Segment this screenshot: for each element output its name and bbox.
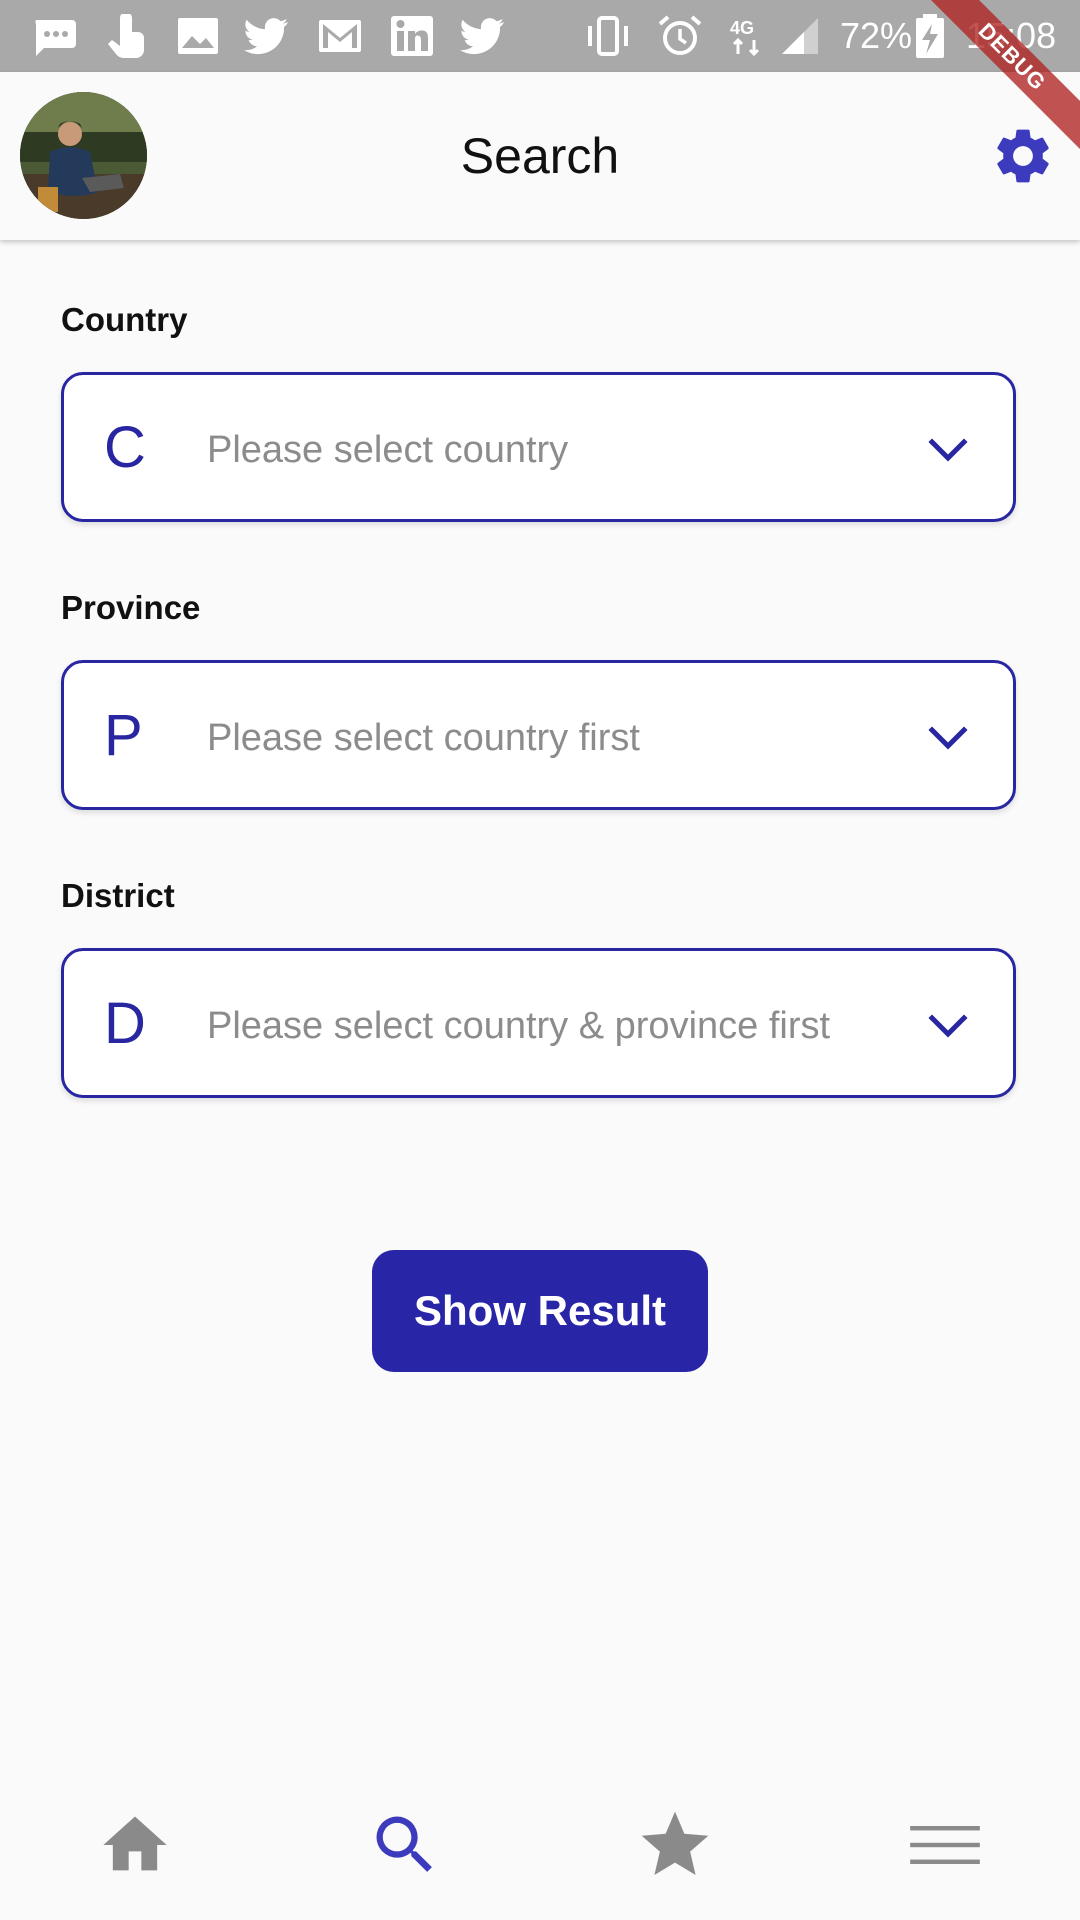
nav-search[interactable] xyxy=(350,1790,460,1900)
district-placeholder: Please select country & province first xyxy=(207,1005,831,1047)
battery-icon xyxy=(916,14,944,58)
chevron-down-icon xyxy=(928,438,968,462)
settings-button[interactable] xyxy=(990,123,1056,189)
district-label: District xyxy=(61,877,175,914)
province-label: Province xyxy=(61,589,201,626)
touch-icon xyxy=(108,14,144,58)
battery-percentage: 72% xyxy=(840,15,913,56)
menu-icon xyxy=(910,1826,980,1864)
country-label: Country xyxy=(61,301,188,338)
country-dropdown[interactable]: C Please select country xyxy=(61,372,1016,522)
linkedin-icon xyxy=(391,16,433,56)
chat-icon xyxy=(35,20,76,56)
alarm-icon xyxy=(658,15,702,55)
twitter-icon xyxy=(460,18,504,55)
nav-favorites[interactable] xyxy=(620,1790,730,1900)
gear-icon xyxy=(997,129,1049,183)
signal-icon xyxy=(782,18,818,54)
country-placeholder: Please select country xyxy=(207,429,569,471)
vibrate-icon xyxy=(588,16,628,56)
status-bar: 4G 72% 15:08 DEBUG xyxy=(0,0,1080,161)
app-bar: Search xyxy=(0,72,1080,240)
twitter-icon xyxy=(244,18,288,55)
show-result-button[interactable]: Show Result xyxy=(372,1250,708,1372)
nav-menu[interactable] xyxy=(890,1790,1000,1900)
image-icon xyxy=(178,18,218,54)
network-4g-icon: 4G xyxy=(730,18,760,57)
province-letter-icon: P xyxy=(104,703,143,768)
province-placeholder: Please select country first xyxy=(207,717,640,759)
district-dropdown[interactable]: D Please select country & province first xyxy=(61,948,1016,1098)
chevron-down-icon xyxy=(928,1014,968,1038)
district-letter-icon: D xyxy=(104,991,146,1056)
svg-text:4G: 4G xyxy=(730,18,754,38)
star-icon xyxy=(641,1811,709,1875)
chevron-down-icon xyxy=(928,726,968,750)
nav-home[interactable] xyxy=(80,1790,190,1900)
bottom-navigation xyxy=(0,1770,1080,1920)
search-icon xyxy=(376,1816,432,1872)
home-icon xyxy=(103,1816,167,1871)
country-letter-icon: C xyxy=(104,415,146,480)
province-dropdown[interactable]: P Please select country first xyxy=(61,660,1016,810)
page-title: Search xyxy=(460,128,620,184)
gmail-icon xyxy=(319,20,361,52)
